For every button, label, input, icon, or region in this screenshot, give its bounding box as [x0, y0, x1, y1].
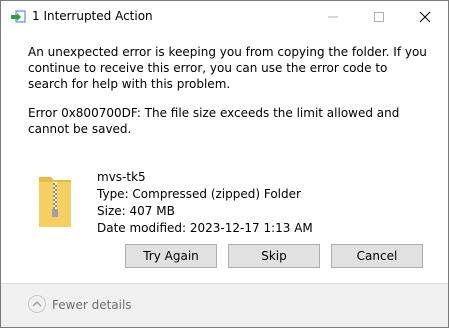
fewer-details-link[interactable]: Fewer details: [52, 298, 132, 312]
close-button[interactable]: [402, 1, 448, 32]
file-type: Type: Compressed (zipped) Folder: [97, 187, 301, 201]
copy-action-icon: [10, 10, 26, 24]
skip-button[interactable]: Skip: [228, 244, 320, 268]
minimize-button[interactable]: [310, 1, 356, 32]
try-again-button[interactable]: Try Again: [125, 244, 217, 268]
cancel-button[interactable]: Cancel: [331, 244, 423, 268]
error-dialog: 1 Interrupted Action An unexpected error…: [0, 0, 449, 328]
window-title: 1 Interrupted Action: [32, 9, 153, 23]
title-bar[interactable]: 1 Interrupted Action: [1, 1, 448, 32]
close-icon: [419, 11, 431, 22]
zip-folder-icon: [37, 171, 73, 231]
error-message: An unexpected error is keeping you from …: [28, 45, 427, 91]
file-name: mvs-tk5: [97, 170, 146, 184]
file-info: mvs-tk5 Type: Compressed (zipped) Folder…: [97, 169, 313, 237]
maximize-button[interactable]: [356, 1, 402, 32]
chevron-up-icon[interactable]: [28, 295, 46, 313]
file-date-modified: Date modified: 2023-12-17 1:13 AM: [97, 221, 313, 235]
file-size: Size: 407 MB: [97, 204, 175, 218]
error-code-message: Error 0x800700DF: The file size exceeds …: [28, 106, 400, 136]
